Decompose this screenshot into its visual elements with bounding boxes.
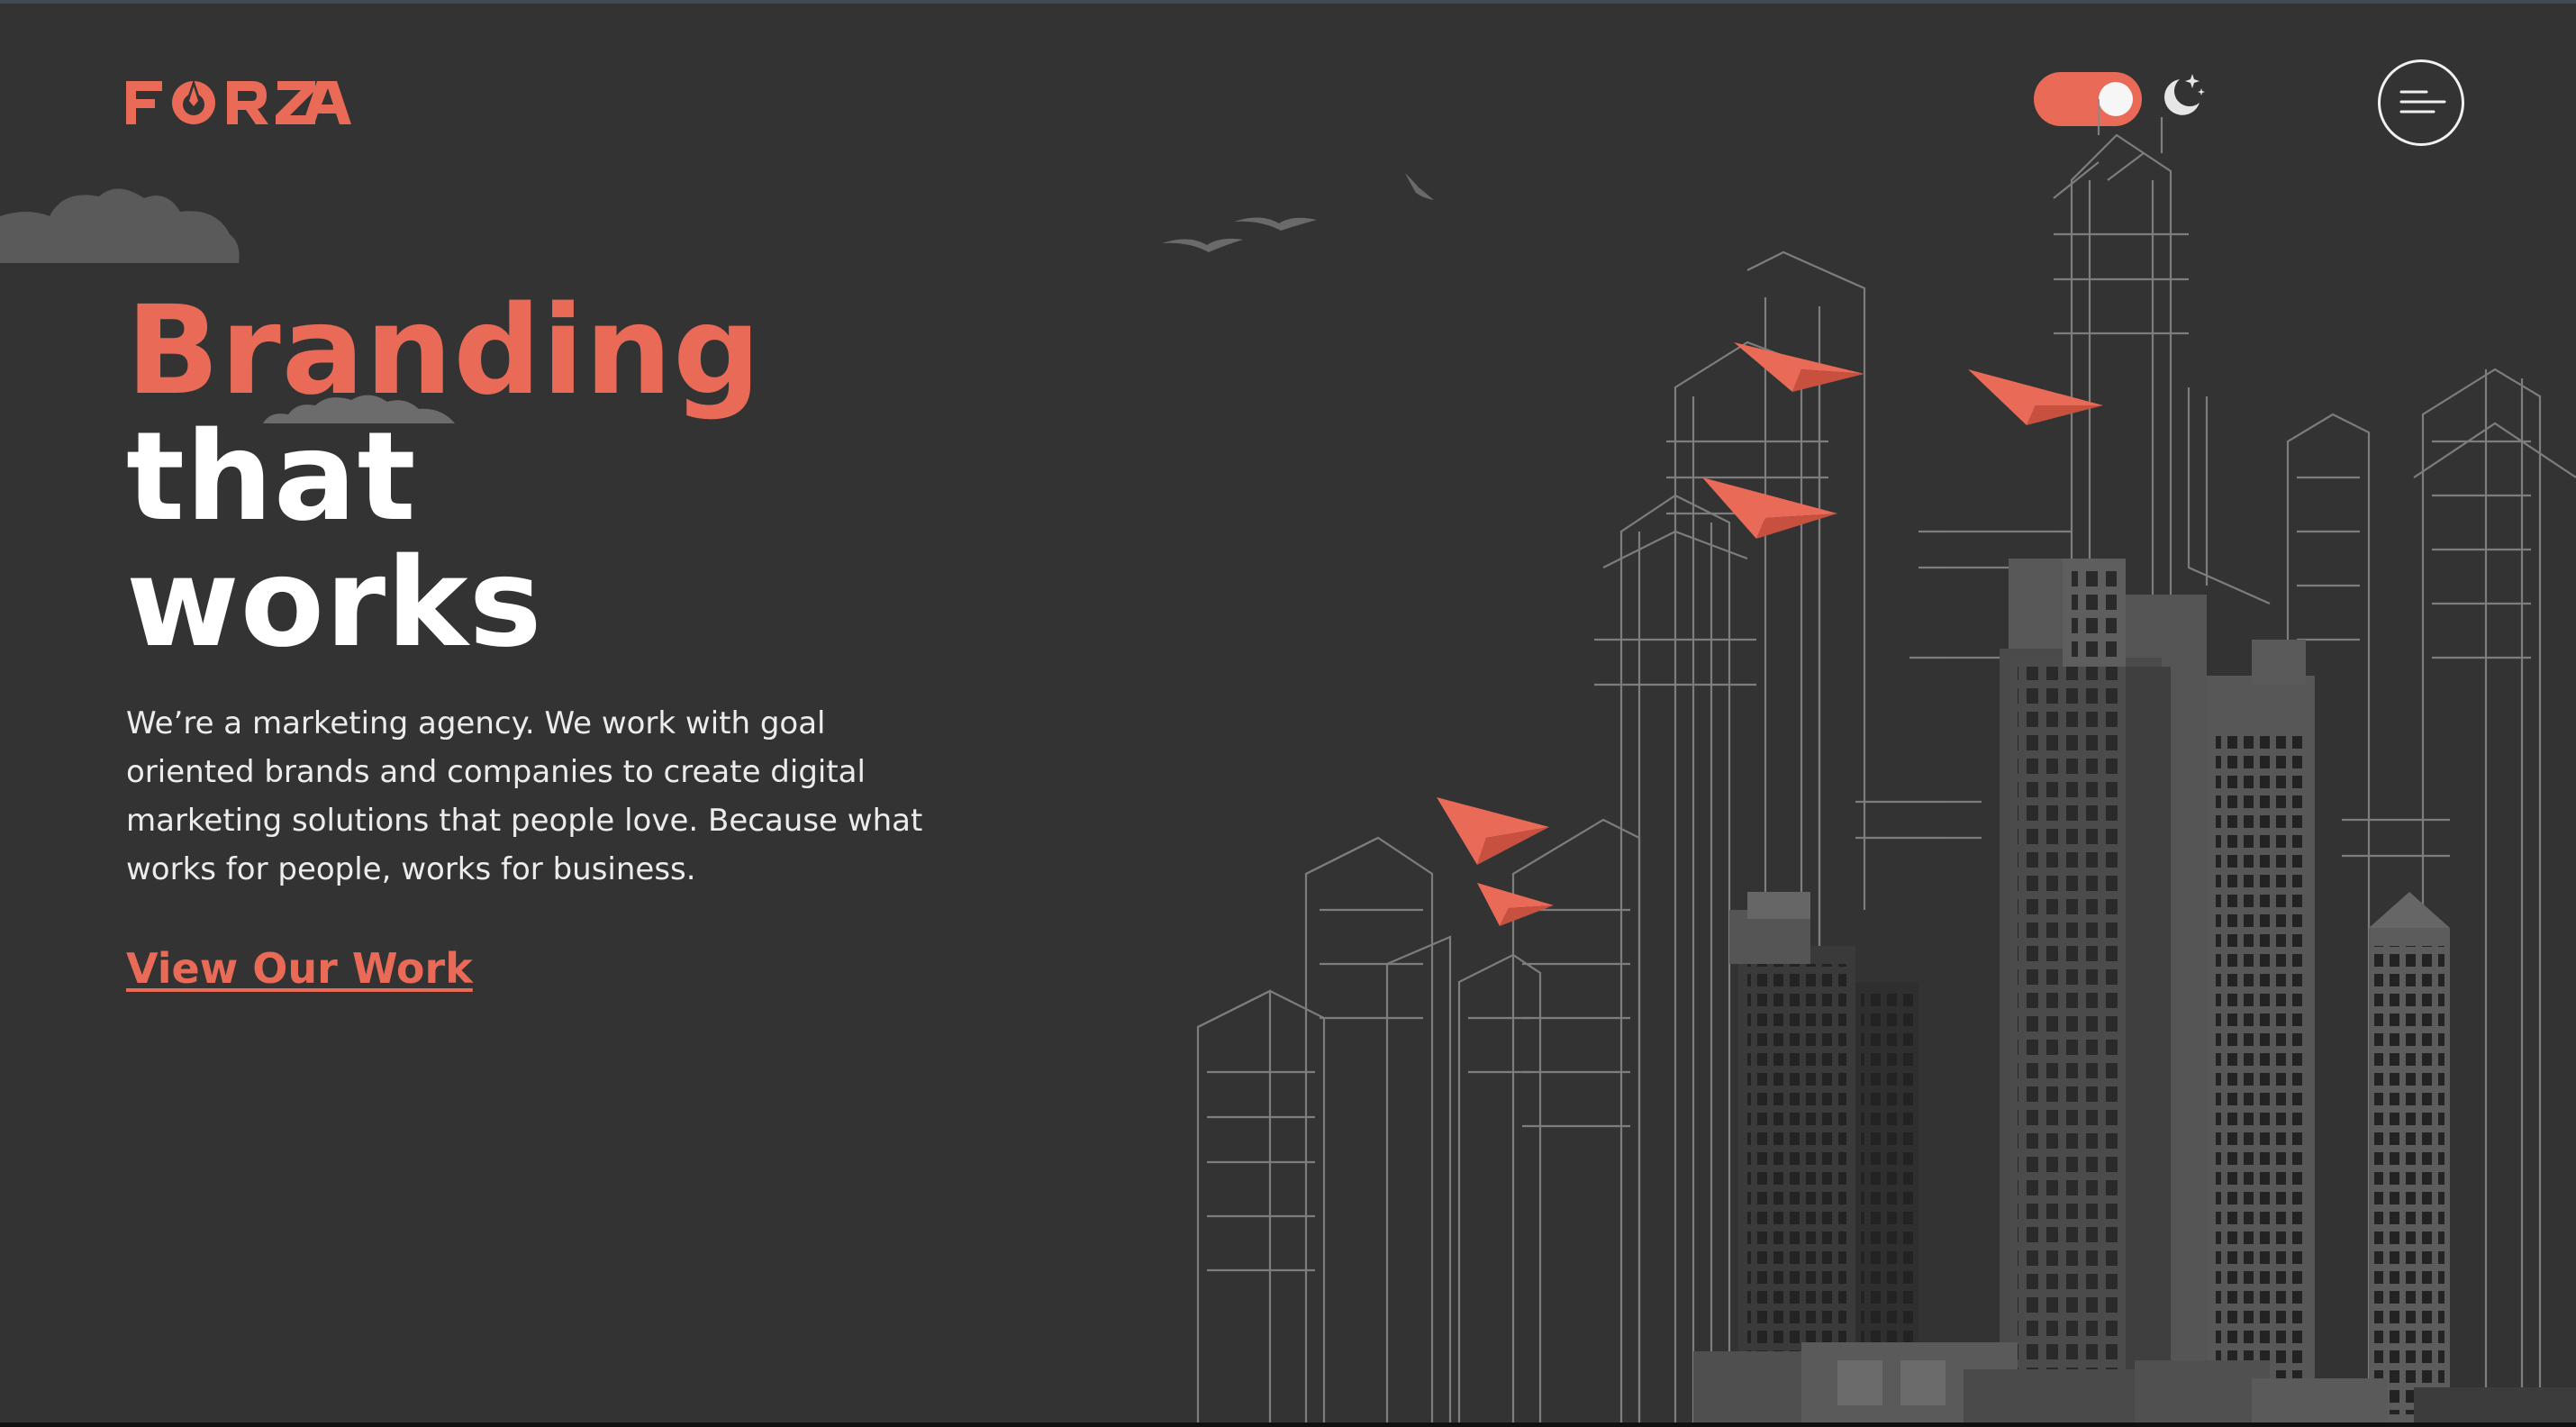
hero-title-line-branding: Branding — [126, 280, 762, 423]
hero-title: Branding that works — [126, 288, 761, 667]
hero-description: We’re a marketing agency. We work with g… — [126, 705, 923, 887]
hero-title-line-works: works — [126, 532, 543, 675]
view-our-work-link[interactable]: View Our Work — [126, 944, 473, 993]
window-bottom-edge — [0, 1422, 2576, 1427]
city-skyline-illustration — [1196, 99, 2576, 1427]
landing-page: Branding that works We’re a marketing ag… — [0, 0, 2576, 1427]
hero-title-line-that: that — [126, 406, 417, 549]
cloud-decoration — [0, 188, 240, 263]
window-top-edge — [0, 0, 2576, 4]
forza-logo[interactable] — [126, 74, 351, 128]
